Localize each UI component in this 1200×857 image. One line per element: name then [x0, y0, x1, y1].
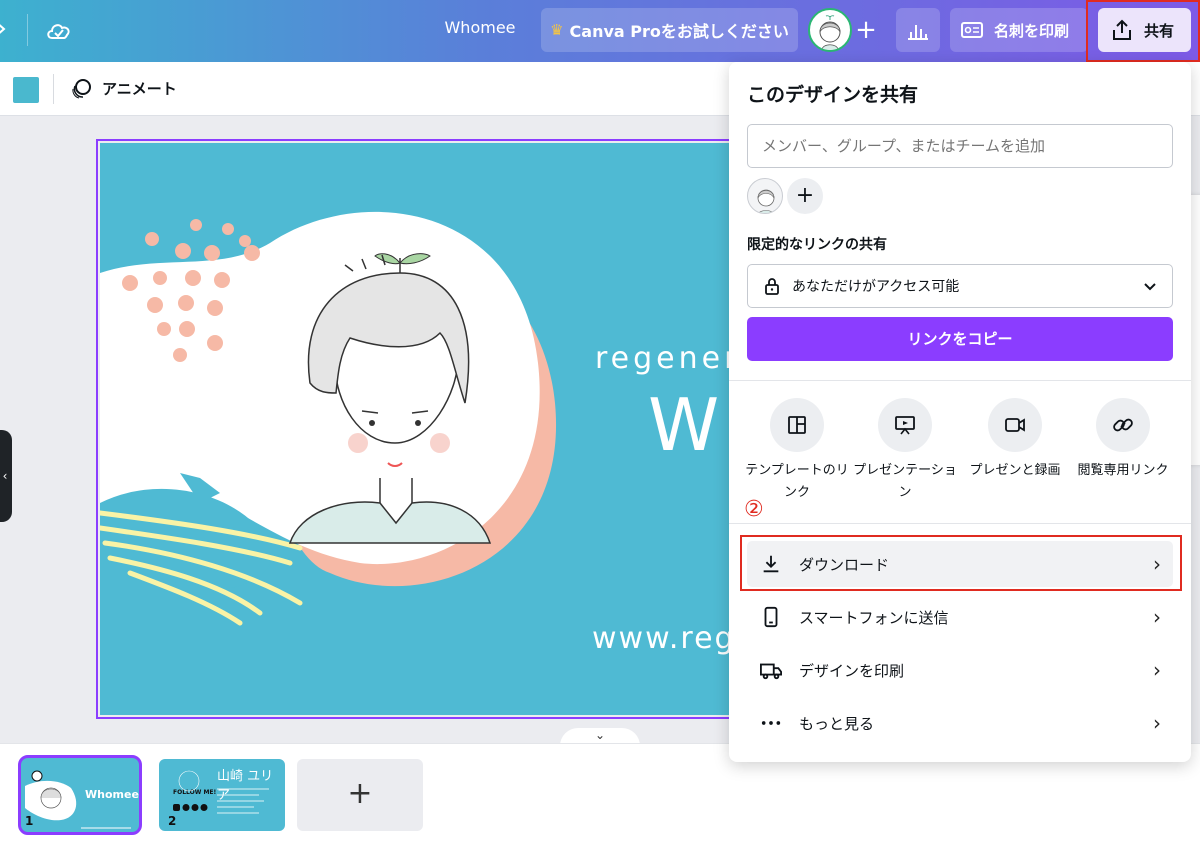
share-panel-title: このデザインを共有 [747, 84, 919, 106]
phone-icon [759, 605, 783, 629]
view-only-link-option[interactable]: 閲覧専用リンク [1068, 398, 1178, 482]
insights-button[interactable] [896, 8, 940, 52]
animate-icon[interactable] [69, 77, 93, 101]
canva-pro-button[interactable]: ♛ Canva Proをお試しください [541, 8, 798, 52]
presentation-icon [895, 416, 915, 435]
see-more-label: もっと見る [799, 714, 875, 733]
limited-link-title: 限定的なリンクの共有 [747, 237, 887, 253]
more-icon [759, 711, 783, 735]
presentation-option[interactable]: プレゼンテーション [850, 398, 960, 504]
cloud-saved-icon[interactable] [44, 16, 74, 46]
record-option-circle [988, 398, 1042, 452]
edge-icon [0, 24, 6, 34]
add-page-button[interactable]: + [297, 759, 423, 831]
page-thumbnail-1[interactable]: Whomee [18, 755, 142, 835]
print-design-label: デザインを印刷 [799, 661, 905, 680]
template-link-option[interactable]: テンプレートのリンク [742, 398, 852, 504]
bar-chart-icon [908, 25, 928, 40]
present-and-record-option[interactable]: プレゼンと録画 [960, 398, 1070, 482]
canvas-url-text[interactable]: www.regenerator.co.jp [592, 621, 740, 656]
divider [27, 14, 28, 46]
access-level-value: あなただけがアクセス可能 [792, 279, 960, 295]
copy-link-button[interactable]: リンクをコピー [747, 317, 1173, 361]
record-icon [1005, 418, 1025, 432]
thumbnail-2-art [173, 770, 269, 814]
canvas-tagline[interactable]: regenerator [595, 341, 740, 376]
view-only-link-label: 閲覧専用リンク [1077, 463, 1169, 478]
send-to-phone-label: スマートフォンに送信 [799, 608, 949, 627]
template-option-circle [770, 398, 824, 452]
truck-icon [759, 658, 783, 682]
add-member-input[interactable] [747, 124, 1173, 168]
avatar-illustration [819, 15, 841, 50]
link-icon [1113, 418, 1133, 432]
presentation-label: プレゼンテーション [853, 463, 957, 500]
toolbar-divider [53, 74, 54, 104]
chevron-right-icon: › [1153, 658, 1161, 682]
view-only-option-circle [1096, 398, 1150, 452]
lock-icon [765, 278, 779, 295]
thumbnail-1-brand: Whomee [85, 788, 139, 801]
chevron-right-icon: › [1153, 711, 1161, 735]
print-label: 名刺を印刷 [994, 21, 1070, 40]
annotation-box-download [740, 535, 1182, 591]
page-thumbnail-2[interactable]: 山崎 ユリア FOLLOW ME! [159, 759, 285, 831]
add-collaborator-button[interactable]: + [787, 178, 823, 214]
canvas-brand-text[interactable]: Whomee [648, 383, 740, 467]
top-bar: Whomee ♛ Canva Proをお試しください + 名刺を印刷 共有 [0, 0, 1200, 62]
page-number-2: 2 [168, 814, 177, 828]
animate-label[interactable]: アニメート [102, 78, 177, 99]
see-more-row[interactable]: もっと見る › [747, 700, 1173, 746]
send-to-phone-row[interactable]: スマートフォンに送信 › [747, 594, 1173, 640]
print-design-row[interactable]: デザインを印刷 › [747, 647, 1173, 693]
design-title[interactable]: Whomee [430, 18, 530, 37]
panel-divider [729, 380, 1191, 381]
collaborator-avatar[interactable] [747, 178, 783, 214]
add-member-button[interactable]: + [852, 14, 880, 46]
present-and-record-label: プレゼンと録画 [969, 463, 1061, 478]
page-number-1: 1 [25, 814, 34, 828]
print-business-card-button[interactable]: 名刺を印刷 [950, 8, 1088, 52]
user-avatar[interactable] [808, 8, 852, 52]
collapse-side-panel-handle[interactable]: ‹ [0, 430, 12, 522]
avatar-illustration [757, 189, 775, 213]
design-canvas[interactable]: regenerator Whomee www.regenerator.co.jp [100, 143, 740, 715]
template-icon [788, 416, 806, 434]
chevron-right-icon: › [1153, 605, 1161, 629]
background-color-swatch[interactable] [13, 77, 39, 103]
business-card-icon [961, 22, 983, 38]
panel-divider [729, 523, 1191, 524]
annotation-box-share [1086, 0, 1200, 62]
presentation-option-circle [878, 398, 932, 452]
share-design-panel: このデザインを共有 + 限定的なリンクの共有 あなただけがアクセス可能 リンクを… [729, 62, 1191, 762]
crown-icon: ♛ [550, 21, 564, 39]
canva-pro-label: Canva Proをお試しください [569, 22, 789, 41]
annotation-number-2: ② [744, 497, 764, 522]
access-level-select[interactable]: あなただけがアクセス可能 [747, 264, 1173, 308]
chevron-down-icon [1144, 283, 1156, 291]
